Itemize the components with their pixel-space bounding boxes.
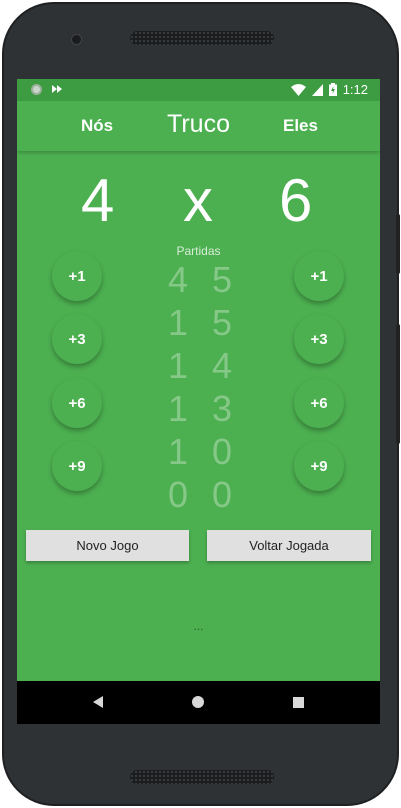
footer-text: ... — [193, 619, 204, 633]
history-nos-value: 1 — [167, 302, 189, 343]
history-eles-value: 5 — [211, 259, 233, 300]
recent-apps-icon[interactable] — [293, 697, 304, 708]
undo-play-button[interactable]: Voltar Jogada — [207, 530, 371, 561]
history-eles-value: 0 — [211, 474, 233, 515]
history-row: 1 3 — [167, 387, 233, 430]
history-nos-value: 1 — [167, 431, 189, 472]
history-nos-value: 1 — [167, 345, 189, 386]
history-row: 4 5 — [167, 258, 233, 301]
bottom-speaker — [130, 770, 274, 784]
history-nos-value: 1 — [167, 388, 189, 429]
history-nos-value: 4 — [167, 259, 189, 300]
app-bar: Nós Truco Eles — [17, 101, 380, 151]
status-bar: 1:12 — [17, 79, 380, 101]
team-eles-label: Eles — [283, 116, 318, 135]
home-icon[interactable] — [192, 696, 204, 708]
battery-charging-icon — [328, 83, 337, 96]
top-speaker — [130, 31, 274, 45]
history-row: 0 0 — [167, 473, 233, 516]
history-row: 1 0 — [167, 430, 233, 473]
notification-app-icon — [52, 85, 62, 93]
history-row: 1 4 — [167, 344, 233, 387]
history-eles-value: 0 — [211, 431, 233, 472]
nos-add-6-button[interactable]: +6 — [52, 378, 102, 428]
nos-add-1-button[interactable]: +1 — [52, 251, 102, 301]
clock: 1:12 — [342, 82, 368, 97]
history-row: 1 5 — [167, 301, 233, 344]
app-screen: 1:12 Nós Truco Eles 4 x 6 Partidas 4 5 1… — [17, 79, 380, 724]
history-eles-value: 3 — [211, 388, 233, 429]
navigation-bar — [17, 681, 380, 724]
wifi-icon — [290, 83, 306, 96]
score-eles: 6 — [279, 167, 313, 234]
eles-add-3-button[interactable]: +3 — [294, 314, 344, 364]
app-title: Truco — [167, 110, 230, 138]
match-history: 4 5 1 5 1 4 1 3 1 0 0 0 — [167, 258, 233, 516]
back-icon[interactable] — [93, 696, 103, 708]
history-eles-value: 4 — [211, 345, 233, 386]
eles-add-1-button[interactable]: +1 — [294, 251, 344, 301]
signal-icon — [311, 83, 323, 96]
eles-add-6-button[interactable]: +6 — [294, 378, 344, 428]
score-nos: 4 — [81, 167, 115, 234]
front-camera — [71, 34, 82, 45]
volume-button — [396, 324, 400, 444]
history-nos-value: 0 — [167, 474, 189, 515]
score-separator: x — [183, 167, 213, 234]
notification-circle-icon — [31, 83, 42, 95]
nos-add-9-button[interactable]: +9 — [52, 441, 102, 491]
new-game-button[interactable]: Novo Jogo — [26, 530, 189, 561]
eles-add-9-button[interactable]: +9 — [294, 441, 344, 491]
power-button — [396, 214, 400, 274]
history-eles-value: 5 — [211, 302, 233, 343]
nos-add-3-button[interactable]: +3 — [52, 314, 102, 364]
